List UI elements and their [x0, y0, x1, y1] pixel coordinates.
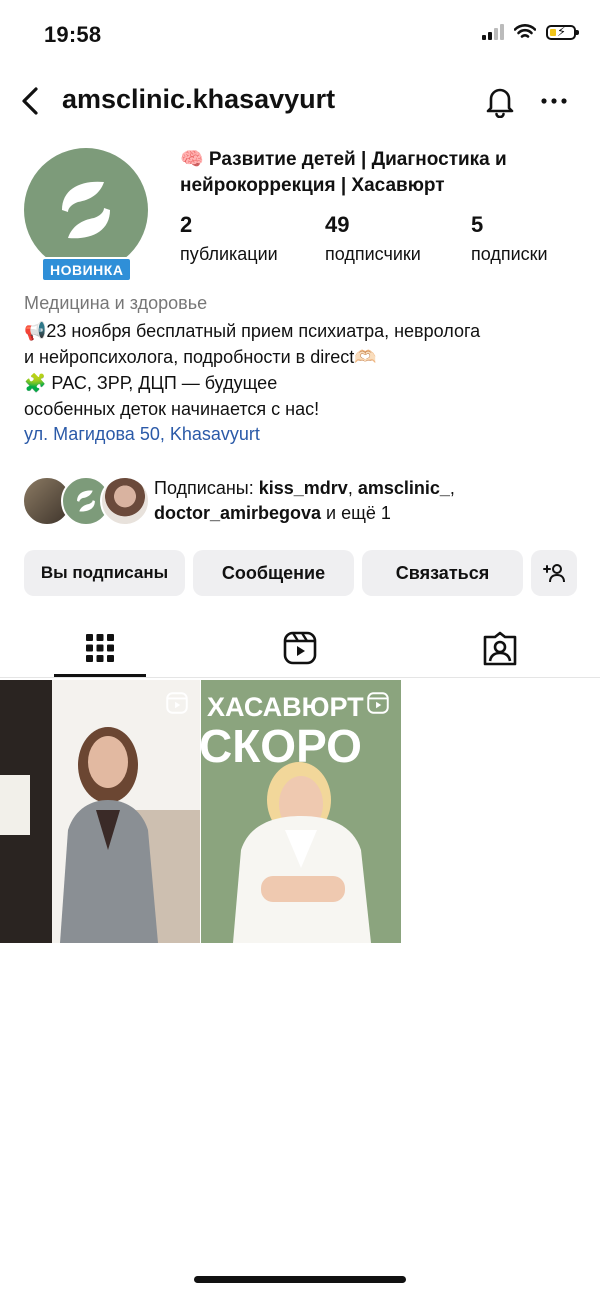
- stat-value: 2: [180, 212, 193, 237]
- post-overlay-text: СКОРО: [201, 720, 362, 772]
- reel-badge-icon: [367, 692, 389, 714]
- stat-posts[interactable]: 2 публикации: [180, 212, 278, 265]
- bell-icon[interactable]: [484, 84, 516, 118]
- stat-label: публикации: [180, 244, 278, 264]
- post-image: [0, 680, 200, 943]
- new-badge: НОВИНКА: [41, 257, 133, 282]
- home-indicator: [194, 1276, 406, 1283]
- post-overlay-text: ХАСАВЮРТ: [207, 692, 364, 722]
- post-image: ХАСАВЮРТ СКОРО: [201, 680, 401, 943]
- reel-badge-icon: [166, 692, 188, 714]
- location-link[interactable]: ул. Магидова 50, Khasavyurt: [24, 424, 260, 445]
- stat-following[interactable]: 5 подписки: [471, 212, 548, 265]
- following-button[interactable]: Вы подписаны: [24, 550, 185, 596]
- clinic-logo-icon: [62, 181, 110, 239]
- chevron-left-icon[interactable]: [16, 84, 46, 118]
- post-thumbnail[interactable]: ХАСАВЮРТ СКОРО: [201, 680, 401, 943]
- profile-display-name: 🧠 Развитие детей | Диагностика и нейроко…: [180, 149, 507, 196]
- tabs-divider: [0, 677, 600, 678]
- profile-bio: 📢23 ноября бесплатный прием психиатра, н…: [24, 318, 584, 422]
- status-time: 19:58: [44, 22, 102, 47]
- tagged-icon[interactable]: [480, 628, 520, 668]
- follower-username[interactable]: doctor_amirbegova: [154, 503, 321, 523]
- grid-icon[interactable]: [80, 628, 120, 668]
- suggest-users-button[interactable]: [531, 550, 577, 596]
- profile-username: amsclinic.khasavyurt: [62, 84, 336, 114]
- followed-suffix: и ещё 1: [321, 503, 391, 523]
- stat-value: 5: [471, 212, 484, 237]
- more-horizontal-icon[interactable]: [538, 88, 570, 114]
- message-button[interactable]: Сообщение: [193, 550, 354, 596]
- bio-line: особенных деток начинается с нас!: [24, 399, 320, 419]
- bio-line: 📢23 ноября бесплатный прием психиатра, н…: [24, 321, 481, 341]
- reels-icon[interactable]: [280, 628, 320, 668]
- stat-value: 49: [325, 212, 350, 237]
- bio-line: 🧩 РАС, ЗРР, ДЦП — будущее: [24, 373, 278, 393]
- follower-avatar[interactable]: [100, 476, 150, 526]
- followed-prefix: Подписаны:: [154, 478, 259, 498]
- wifi-icon: [514, 24, 536, 38]
- cellular-signal-icon: [482, 24, 504, 40]
- add-person-icon: [543, 564, 565, 583]
- profile-avatar[interactable]: [24, 148, 148, 272]
- status-icons: ⚡: [482, 24, 579, 40]
- follower-username[interactable]: amsclinic_: [358, 478, 450, 498]
- follower-username[interactable]: kiss_mdrv: [259, 478, 348, 498]
- followed-by-text[interactable]: Подписаны: kiss_mdrv, amsclinic_, doctor_…: [154, 476, 574, 526]
- separator: ,: [449, 478, 455, 498]
- battery-icon: ⚡: [546, 24, 579, 40]
- separator: ,: [347, 478, 358, 498]
- contact-button[interactable]: Связаться: [362, 550, 523, 596]
- profile-category: Медицина и здоровье: [24, 293, 208, 313]
- stat-followers[interactable]: 49 подписчики: [325, 212, 421, 265]
- bio-line: и нейропсихолога, подробности в direct🫶🏻: [24, 347, 377, 367]
- stat-label: подписки: [471, 244, 548, 264]
- post-thumbnail[interactable]: [0, 680, 200, 943]
- stat-label: подписчики: [325, 244, 421, 264]
